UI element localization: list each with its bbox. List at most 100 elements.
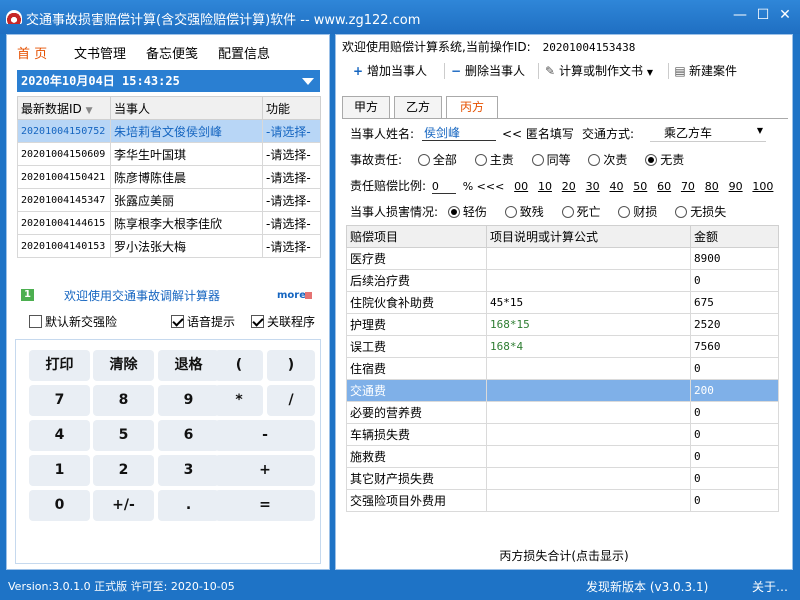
- chevron-down-icon[interactable]: ▼: [757, 126, 763, 135]
- table-row[interactable]: 医疗费 8900: [346, 247, 779, 270]
- column-header-party[interactable]: 当事人: [110, 96, 263, 120]
- close-button[interactable]: ✕: [772, 4, 798, 26]
- ratio-option[interactable]: 30: [586, 180, 600, 193]
- more-link[interactable]: more: [277, 290, 306, 301]
- radio-property-loss[interactable]: 财损: [618, 205, 657, 219]
- menu-documents[interactable]: 文书管理: [74, 43, 126, 62]
- open-paren-button[interactable]: (: [215, 350, 263, 381]
- table-row[interactable]: 住院伙食补助费 45*15 675: [346, 291, 779, 314]
- tab-party-c[interactable]: 丙方: [446, 96, 498, 119]
- close-paren-button[interactable]: ): [267, 350, 315, 381]
- new-case-button[interactable]: ▤ 新建案件: [674, 62, 737, 79]
- table-row[interactable]: 交通费 200: [346, 379, 779, 402]
- checkbox-box[interactable]: [29, 315, 42, 328]
- radio-major[interactable]: 主责: [474, 153, 514, 167]
- radio-death[interactable]: 死亡: [561, 205, 601, 219]
- ratio-option[interactable]: 50: [633, 180, 647, 193]
- digit-2-button[interactable]: 2: [93, 455, 154, 486]
- ratio-option[interactable]: 100: [752, 180, 773, 193]
- table-row[interactable]: 误工费 168*4 7560: [346, 335, 779, 358]
- digit-1-button[interactable]: 1: [29, 455, 90, 486]
- name-input[interactable]: 侯剑峰: [422, 124, 496, 141]
- anonymous-button[interactable]: << 匿名填写: [502, 125, 574, 142]
- radio-no-loss[interactable]: 无损失: [675, 205, 726, 219]
- menu-memo[interactable]: 备忘便笺: [146, 43, 198, 62]
- backspace-button[interactable]: 退格: [158, 350, 219, 381]
- digit-4-button[interactable]: 4: [29, 420, 90, 451]
- total-button[interactable]: 丙方损失合计(点击显示): [336, 547, 792, 564]
- digit-3-button[interactable]: 3: [158, 455, 219, 486]
- ratio-option[interactable]: 00: [514, 180, 528, 193]
- checkbox-box-checked[interactable]: [251, 315, 264, 328]
- divide-button[interactable]: /: [267, 385, 315, 416]
- function-select[interactable]: -请选择-: [262, 188, 321, 212]
- table-row[interactable]: 施救费 0: [346, 445, 779, 468]
- table-row[interactable]: 其它财产损失费 0: [346, 467, 779, 490]
- table-row[interactable]: 车辆损失费 0: [346, 423, 779, 446]
- ratio-input[interactable]: 0: [431, 180, 456, 194]
- link-checkbox[interactable]: 关联程序: [251, 313, 315, 331]
- function-select[interactable]: -请选择-: [262, 165, 321, 189]
- ratio-option[interactable]: 40: [609, 180, 623, 193]
- table-row[interactable]: 护理费 168*15 2520: [346, 313, 779, 336]
- delete-party-button[interactable]: − 删除当事人: [450, 62, 525, 79]
- digit-7-button[interactable]: 7: [29, 385, 90, 416]
- clear-button[interactable]: 清除: [93, 350, 154, 381]
- ratio-option[interactable]: 20: [562, 180, 576, 193]
- mode-select[interactable]: 乘乙方车 ▼: [650, 124, 766, 142]
- table-row[interactable]: 20201004150609 李华生叶国琪 -请选择-: [17, 142, 321, 166]
- table-row[interactable]: 交强险项目外费用 0: [346, 489, 779, 512]
- negate-button[interactable]: +/-: [93, 490, 154, 521]
- multiply-button[interactable]: *: [215, 385, 263, 416]
- digit-8-button[interactable]: 8: [93, 385, 154, 416]
- table-row[interactable]: 20201004144615 陈享根李大根李佳欣 -请选择-: [17, 211, 321, 235]
- print-button[interactable]: 打印: [29, 350, 90, 381]
- radio-minor-injury[interactable]: 轻伤: [447, 205, 487, 219]
- table-row[interactable]: 后续治疗费 0: [346, 269, 779, 292]
- ratio-option[interactable]: 70: [681, 180, 695, 193]
- plus-button[interactable]: +: [215, 455, 315, 486]
- radio-equal[interactable]: 同等: [531, 153, 571, 167]
- radio-none[interactable]: 无责: [645, 153, 684, 167]
- table-row[interactable]: 住宿费 0: [346, 357, 779, 380]
- chevron-down-icon[interactable]: [302, 78, 314, 85]
- voice-checkbox[interactable]: 语音提示: [171, 313, 235, 331]
- tab-party-b[interactable]: 乙方: [394, 96, 442, 118]
- function-select[interactable]: -请选择-: [262, 119, 321, 143]
- date-picker[interactable]: 2020年10月04日 15:43:25: [17, 70, 320, 92]
- radio-minor[interactable]: 次责: [588, 153, 627, 167]
- column-header-id[interactable]: 最新数据ID ▼: [17, 96, 111, 120]
- minus-button[interactable]: -: [215, 420, 315, 451]
- calc-doc-button[interactable]: ✎ 计算或制作文书 ▼: [544, 62, 653, 79]
- new-version-link[interactable]: 发现新版本 (v3.0.3.1): [586, 578, 708, 595]
- ratio-option[interactable]: 80: [705, 180, 719, 193]
- radio-all[interactable]: 全部: [417, 153, 457, 167]
- about-link[interactable]: 关于…: [752, 578, 788, 595]
- chevron-down-icon[interactable]: ▼: [647, 68, 653, 77]
- new-rule-checkbox[interactable]: 默认新交强险: [29, 313, 117, 331]
- digit-6-button[interactable]: 6: [158, 420, 219, 451]
- decimal-button[interactable]: .: [158, 490, 219, 521]
- function-select[interactable]: -请选择-: [262, 211, 321, 235]
- function-select[interactable]: -请选择-: [262, 142, 321, 166]
- function-select[interactable]: -请选择-: [262, 234, 321, 258]
- table-row[interactable]: 20201004150752 朱培莉省文俊侯剑峰 -请选择-: [17, 119, 321, 143]
- digit-5-button[interactable]: 5: [93, 420, 154, 451]
- column-header-function[interactable]: 功能: [262, 96, 321, 120]
- ratio-option[interactable]: 90: [729, 180, 743, 193]
- table-row[interactable]: 必要的营养费 0: [346, 401, 779, 424]
- table-row[interactable]: 20201004150421 陈彦博陈佳晨 -请选择-: [17, 165, 321, 189]
- menu-home[interactable]: 首 页: [17, 43, 47, 62]
- table-row[interactable]: 20201004145347 张露应美丽 -请选择-: [17, 188, 321, 212]
- add-party-button[interactable]: + 增加当事人: [352, 62, 427, 79]
- table-row[interactable]: 20201004140153 罗小法张大梅 -请选择-: [17, 234, 321, 258]
- equals-button[interactable]: =: [215, 490, 315, 521]
- ratio-option[interactable]: 60: [657, 180, 671, 193]
- radio-disability[interactable]: 致残: [504, 205, 544, 219]
- checkbox-box-checked[interactable]: [171, 315, 184, 328]
- digit-9-button[interactable]: 9: [158, 385, 219, 416]
- menu-settings[interactable]: 配置信息: [218, 43, 270, 62]
- tab-party-a[interactable]: 甲方: [342, 96, 390, 118]
- more-arrow-icon[interactable]: [305, 292, 312, 299]
- ratio-option[interactable]: 10: [538, 180, 552, 193]
